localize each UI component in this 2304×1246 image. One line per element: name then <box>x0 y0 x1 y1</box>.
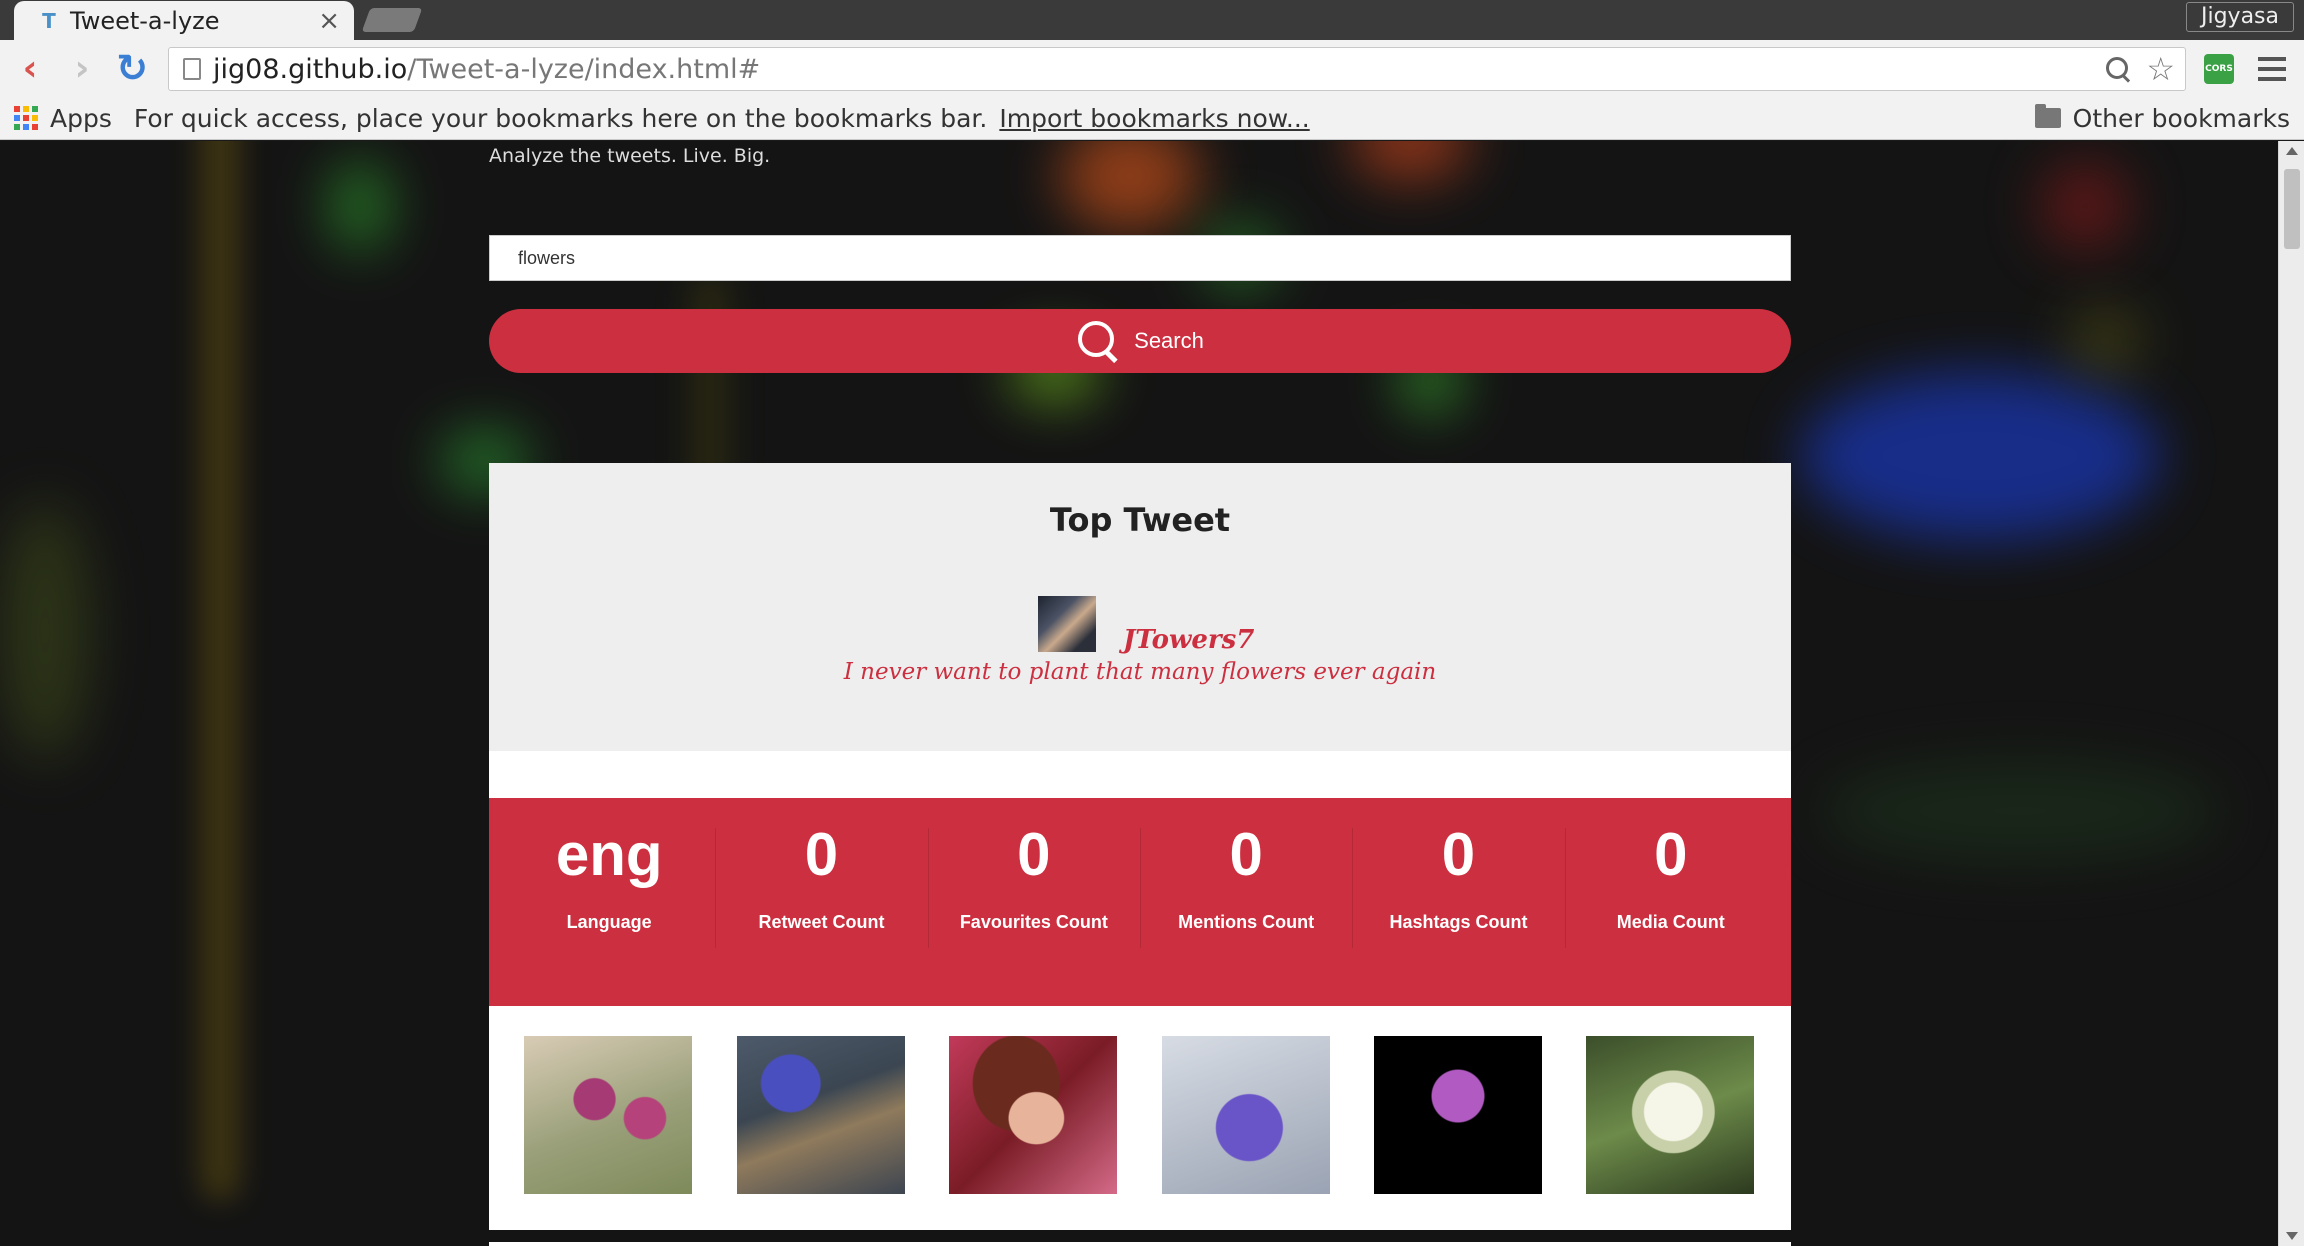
divider <box>489 751 1791 798</box>
tab-bar: T Tweet-a-lyze × Jigyasa <box>0 0 2304 40</box>
bookmark-star-icon[interactable]: ☆ <box>2146 53 2175 85</box>
stat-value: 0 <box>804 821 839 888</box>
stat-language: eng Language <box>503 798 715 1006</box>
tweet-username: JTowers7 <box>1123 625 1255 655</box>
menu-icon[interactable] <box>2258 57 2286 81</box>
bookmarks-bar: Apps For quick access, place your bookma… <box>0 97 2304 140</box>
scrollbar-thumb[interactable] <box>2284 169 2300 249</box>
media-gallery <box>489 1006 1791 1230</box>
gallery-image-white-ranunculus[interactable] <box>1586 1036 1754 1194</box>
scroll-up-icon[interactable] <box>2286 147 2298 155</box>
tagline: Analyze the tweets. Live. Big. <box>489 145 771 167</box>
apps-link[interactable]: Apps <box>50 104 112 133</box>
page-viewport: Analyze the tweets. Live. Big. Search To… <box>0 141 2278 1246</box>
tab-close-icon[interactable]: × <box>318 6 340 36</box>
avatar <box>1038 596 1096 652</box>
bookmarks-hint: For quick access, place your bookmarks h… <box>133 103 988 133</box>
page-icon <box>183 58 201 80</box>
reload-icon[interactable]: ↻ <box>114 46 150 90</box>
url-path: /Tweet-a-lyze/index.html# <box>407 53 761 85</box>
scroll-down-icon[interactable] <box>2286 1232 2298 1240</box>
import-bookmarks-link[interactable]: Import bookmarks now... <box>999 104 1309 133</box>
back-icon[interactable]: ‹ <box>12 48 48 89</box>
forward-icon[interactable]: › <box>64 48 100 89</box>
stat-value: 0 <box>1441 821 1476 888</box>
gallery-image-purple-allium[interactable] <box>1374 1036 1542 1194</box>
browser-toolbar: ‹ › ↻ jig08.github.io/Tweet-a-lyze/index… <box>0 40 2304 97</box>
stat-favourites-count: 0 Favourites Count <box>927 798 1140 1006</box>
search-input[interactable] <box>489 235 1791 281</box>
apps-icon[interactable] <box>14 106 38 130</box>
stat-label: Favourites Count <box>959 912 1108 932</box>
gallery-image-woman-among-flowers[interactable] <box>949 1036 1117 1194</box>
stat-value: eng <box>555 821 663 888</box>
search-button-label: Search <box>1134 328 1204 353</box>
vertical-scrollbar[interactable] <box>2278 141 2304 1246</box>
gallery-image-pink-pasque-flowers[interactable] <box>524 1036 692 1194</box>
stat-label: Media Count <box>1616 912 1725 932</box>
folder-icon <box>2034 104 2061 128</box>
other-bookmarks-label: Other bookmarks <box>2072 103 2290 133</box>
url-host: jig08.github.io <box>213 53 408 85</box>
stat-label: Mentions Count <box>1178 912 1315 932</box>
stat-label: Language <box>566 912 652 932</box>
gallery-image-hyacinth-with-tag[interactable] <box>737 1036 905 1194</box>
stat-value: 0 <box>1654 821 1688 888</box>
gallery-image-purple-bouquet[interactable] <box>1162 1036 1330 1194</box>
browser-tab[interactable]: T Tweet-a-lyze × <box>14 1 354 40</box>
top-tweet-panel: Top Tweet JTowers7 I never want to plant… <box>489 463 1791 751</box>
stats-panel: eng Language 0 Retweet Count 0 Favourite… <box>489 798 1791 1006</box>
stat-value: 0 <box>1229 821 1263 888</box>
stat-label: Hashtags Count <box>1389 912 1528 932</box>
next-section-edge <box>489 1242 1791 1246</box>
tab-favicon-icon: T <box>42 8 56 33</box>
other-bookmarks[interactable]: Other bookmarks <box>2034 103 2290 133</box>
search-button[interactable]: Search <box>489 309 1791 373</box>
address-bar[interactable]: jig08.github.io/Tweet-a-lyze/index.html#… <box>168 47 2186 91</box>
tweet-text: I never want to plant that many flowers … <box>843 659 1437 685</box>
profile-button[interactable]: Jigyasa <box>2185 2 2294 32</box>
stat-media-count: 0 Media Count <box>1564 798 1777 1006</box>
stat-retweet-count: 0 Retweet Count <box>715 798 927 1006</box>
stat-mentions-count: 0 Mentions Count <box>1139 798 1352 1006</box>
stat-hashtags-count: 0 Hashtags Count <box>1352 798 1564 1006</box>
tab-title: Tweet-a-lyze <box>70 6 220 35</box>
cors-extension-icon[interactable]: CORS <box>2204 54 2234 84</box>
stat-label: Retweet Count <box>758 912 885 932</box>
top-tweet-title: Top Tweet <box>1049 501 1231 539</box>
url-text: jig08.github.io/Tweet-a-lyze/index.html# <box>213 54 760 85</box>
zoom-icon[interactable] <box>2104 55 2132 83</box>
stat-value: 0 <box>1017 821 1051 888</box>
search-icon <box>1076 319 1120 363</box>
new-tab-button[interactable] <box>361 8 423 32</box>
